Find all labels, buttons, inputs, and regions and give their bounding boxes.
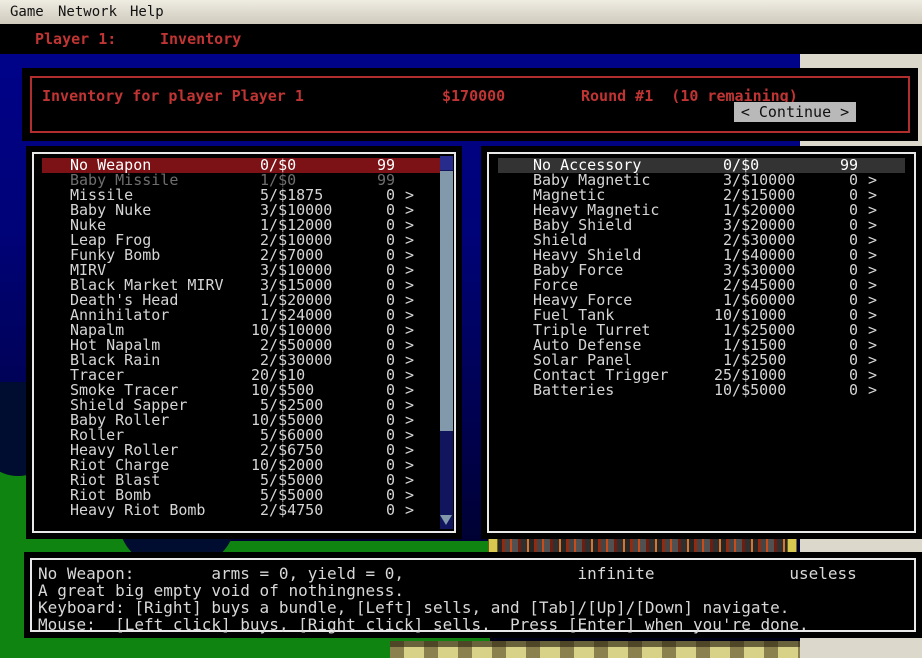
item-name: Heavy Magnetic: [533, 203, 660, 218]
item-name: Roller: [70, 428, 125, 443]
item-name: Riot Blast: [70, 473, 161, 488]
header-title: Inventory for player Player 1: [42, 87, 304, 105]
keyboard-help-line: Keyboard: [Right] buys a bundle, [Left] …: [38, 598, 790, 617]
item-name: No Weapon: [70, 158, 152, 173]
item-name: Nuke: [70, 218, 107, 233]
accessory-row[interactable]: Batteries 10/$5000 0 >: [498, 383, 905, 398]
item-description-line: A great big empty void of nothingness.: [38, 581, 405, 600]
player-money: $170000: [442, 87, 506, 105]
scrollbar-thumb[interactable]: [440, 171, 453, 431]
menu-bar: Game Network Help: [0, 0, 922, 26]
item-name: Napalm: [70, 323, 125, 338]
item-name: Baby Missile: [70, 173, 179, 188]
item-name: Death's Head: [70, 293, 179, 308]
item-name: Baby Magnetic: [533, 173, 651, 188]
item-name: Heavy Force: [533, 293, 633, 308]
item-owned-count: 0: [839, 381, 858, 399]
description-panel: No Weapon: arms = 0, yield = 0, infinite…: [30, 558, 916, 634]
item-name: Heavy Roller: [70, 443, 179, 458]
item-name: Funky Bomb: [70, 248, 161, 263]
menu-item-network[interactable]: Network: [58, 4, 117, 20]
item-name: Magnetic: [533, 188, 606, 203]
mouse-help-line: Mouse: [Left click] buys, [Right click] …: [38, 615, 809, 634]
lava-strip-right-cap: [787, 537, 797, 556]
item-name: Missile: [70, 188, 134, 203]
item-name: Leap Frog: [70, 233, 152, 248]
item-name: Shield: [533, 233, 588, 248]
item-name: Smoke Tracer: [70, 383, 179, 398]
item-name: No Accessory: [533, 158, 642, 173]
item-name: Fuel Tank: [533, 308, 615, 323]
weapon-scrollbar[interactable]: [440, 156, 453, 529]
item-name: Force: [533, 278, 579, 293]
accessory-list: No Accessory 0/$0 99 Baby Magnetic 3/$10…: [498, 158, 905, 398]
continue-button[interactable]: < Continue >: [734, 102, 856, 122]
item-name: Contact Trigger: [533, 368, 669, 383]
item-stats-line: No Weapon: arms = 0, yield = 0, infinite…: [38, 564, 857, 583]
item-name: Baby Roller: [70, 413, 170, 428]
item-name: Heavy Riot Bomb: [70, 503, 206, 518]
item-name: Hot Napalm: [70, 338, 161, 353]
accessories-panel: No Accessory 0/$0 99 Baby Magnetic 3/$10…: [487, 152, 916, 533]
scrollbar-top-cap: [440, 156, 453, 170]
title-bar: Player 1: Inventory: [0, 24, 922, 54]
item-bundle-price: 10/$5000: [714, 381, 787, 399]
item-name: Tracer: [70, 368, 125, 383]
buy-arrow: [395, 158, 414, 173]
title-player: Player 1:: [35, 30, 117, 48]
buy-arrow: >: [404, 501, 414, 519]
weapons-panel: No Weapon 0/$0 99 Baby Missile 1/$0 99 M…: [32, 152, 456, 533]
item-name: Auto Defense: [533, 338, 642, 353]
item-name: Annihilator: [70, 308, 170, 323]
item-name: Riot Charge: [70, 458, 170, 473]
item-name: Heavy Shield: [533, 248, 642, 263]
title-screen: Inventory: [160, 30, 242, 48]
buy-arrow: >: [867, 381, 877, 399]
item-name: Black Market MIRV: [70, 278, 224, 293]
item-bundle-price: 2/$4750: [251, 501, 324, 519]
item-name: Baby Force: [533, 263, 624, 278]
item-name: Baby Shield: [533, 218, 633, 233]
weapon-row[interactable]: Heavy Riot Bomb 2/$4750 0 >: [42, 503, 440, 518]
scroll-down-arrow-icon[interactable]: [440, 515, 452, 525]
item-name: Solar Panel: [533, 353, 633, 368]
menu-item-game[interactable]: Game: [10, 4, 44, 20]
straw-band: [390, 641, 800, 658]
item-name: Riot Bomb: [70, 488, 152, 503]
item-name: MIRV: [70, 263, 107, 278]
inventory-header-box: Inventory for player Player 1 $170000 Ro…: [30, 76, 910, 133]
lava-strip-left-cap: [488, 537, 498, 556]
lava-strip: [497, 538, 788, 553]
item-name: Triple Turret: [533, 323, 651, 338]
item-name: Baby Nuke: [70, 203, 152, 218]
menu-item-help[interactable]: Help: [130, 4, 164, 20]
weapon-list: No Weapon 0/$0 99 Baby Missile 1/$0 99 M…: [42, 158, 440, 518]
item-owned-count: 0: [376, 501, 395, 519]
item-name: Black Rain: [70, 353, 161, 368]
item-name: Shield Sapper: [70, 398, 188, 413]
item-name: Batteries: [533, 383, 615, 398]
